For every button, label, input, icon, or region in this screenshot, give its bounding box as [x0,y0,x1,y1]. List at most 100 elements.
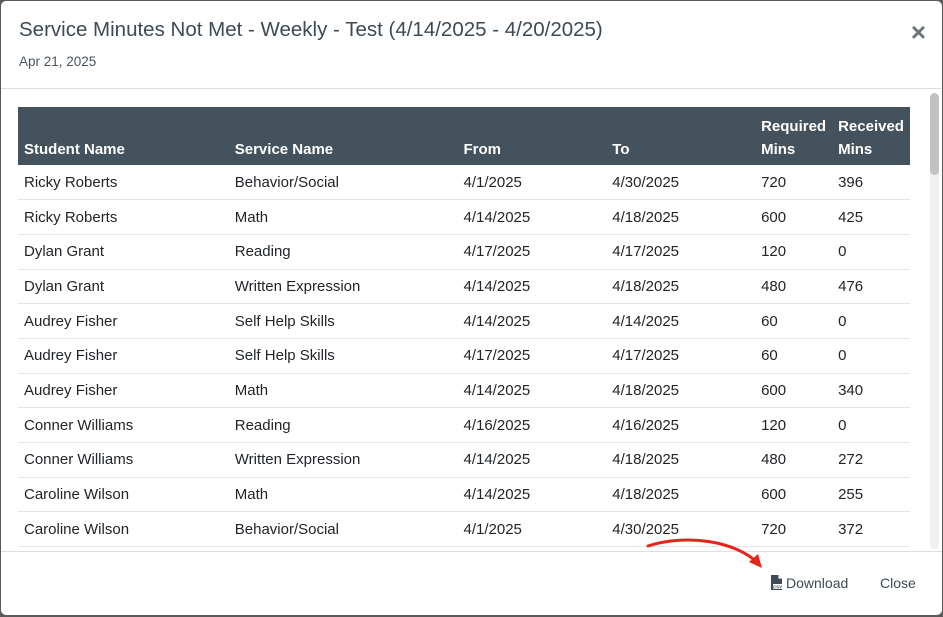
table-row: Caroline Wilson Behavior/Social 4/1/2025 4/… [18,511,910,548]
received-mins-cell: 272 [832,442,910,478]
to-date-cell: 4/18/2025 [606,373,756,409]
svg-text:CSV: CSV [773,584,782,589]
column-header-required-mins: Required Mins [755,107,833,165]
required-mins-cell: 480 [755,442,833,478]
received-mins-cell: 476 [832,269,910,305]
student-name-cell: Audrey Fisher [18,303,229,339]
service-name-cell: Math [228,373,458,409]
table-row: Audrey Fisher Self Help Skills 4/14/2025 4/… [18,303,910,339]
to-date-cell: 4/18/2025 [606,269,756,305]
received-mins-cell: 0 [832,234,910,270]
required-mins-cell: 120 [755,234,833,270]
received-mins-cell: 255 [832,477,910,513]
table-row: Audrey Fisher Self Help Skills 4/17/2025 4/… [18,338,910,374]
service-name-cell: Math [228,477,458,513]
to-date-cell: 4/17/2025 [606,234,756,270]
report-table: Student Name Service Name From To Requir… [18,107,910,548]
to-date-cell: 4/30/2025 [606,511,756,548]
to-date-cell: 4/14/2025 [606,303,756,339]
from-date-cell: 4/14/2025 [457,199,607,235]
service-name-cell: Written Expression [228,269,458,305]
vertical-scrollbar[interactable] [930,93,939,549]
student-name-cell: Ricky Roberts [18,165,229,201]
table-body: Ricky Roberts Behavior/Social 4/1/2025 4/30… [18,165,910,548]
student-name-cell: Audrey Fisher [18,338,229,374]
required-mins-cell: 600 [755,373,833,409]
modal-title: Service Minutes Not Met - Weekly - Test … [19,18,603,41]
modal-header: Service Minutes Not Met - Weekly - Test … [1,1,942,89]
table-row: Caroline Wilson Math 4/14/2025 4/18/2025 600… [18,477,910,513]
student-name-cell: Conner Williams [18,442,229,478]
required-mins-cell: 600 [755,477,833,513]
from-date-cell: 4/14/2025 [457,477,607,513]
to-date-cell: 4/17/2025 [606,338,756,374]
table-row: Dylan Grant Reading 4/17/2025 4/17/2025 120 0 [18,234,910,270]
student-name-cell: Caroline Wilson [18,511,229,548]
table-row: Ricky Roberts Math 4/14/2025 4/18/2025 600 42… [18,199,910,235]
modal-body[interactable]: Student Name Service Name From To Requir… [1,90,942,551]
modal-footer: CSV Download Close [1,551,942,615]
to-date-cell: 4/18/2025 [606,199,756,235]
received-mins-cell: 0 [832,303,910,339]
from-date-cell: 4/1/2025 [457,165,607,201]
from-date-cell: 4/14/2025 [457,303,607,339]
required-mins-cell: 720 [755,511,833,548]
received-mins-cell: 396 [832,165,910,201]
service-name-cell: Self Help Skills [228,303,458,339]
required-mins-cell: 480 [755,269,833,305]
report-modal: Service Minutes Not Met - Weekly - Test … [1,1,942,615]
close-icon[interactable]: × [911,19,926,45]
close-button[interactable]: Close [880,575,916,591]
from-date-cell: 4/17/2025 [457,338,607,374]
required-mins-cell: 600 [755,199,833,235]
student-name-cell: Dylan Grant [18,269,229,305]
table-row: Dylan Grant Written Expression 4/14/2025 4/… [18,269,910,305]
required-mins-cell: 720 [755,165,833,201]
column-header-student-name: Student Name [18,107,229,165]
student-name-cell: Ricky Roberts [18,199,229,235]
service-name-cell: Reading [228,234,458,270]
column-header-received-mins: Received Mins [832,107,910,165]
report-date: Apr 21, 2025 [19,54,97,69]
to-date-cell: 4/16/2025 [606,407,756,443]
csv-file-icon: CSV [771,575,782,590]
table-header-row: Student Name Service Name From To Requir… [18,107,910,165]
student-name-cell: Dylan Grant [18,234,229,270]
download-button[interactable]: CSV Download [770,575,848,591]
from-date-cell: 4/14/2025 [457,269,607,305]
received-mins-cell: 340 [832,373,910,409]
required-mins-cell: 60 [755,303,833,339]
table-row: Conner Williams Reading 4/16/2025 4/16/2025… [18,407,910,443]
from-date-cell: 4/14/2025 [457,373,607,409]
service-name-cell: Math [228,199,458,235]
to-date-cell: 4/30/2025 [606,165,756,201]
table-row: Conner Williams Written Expression 4/14/20… [18,442,910,478]
received-mins-cell: 0 [832,407,910,443]
table-row: Audrey Fisher Math 4/14/2025 4/18/2025 600 34… [18,373,910,409]
required-mins-cell: 60 [755,338,833,374]
table-row: Ricky Roberts Behavior/Social 4/1/2025 4/30… [18,165,910,201]
received-mins-cell: 0 [832,338,910,374]
from-date-cell: 4/17/2025 [457,234,607,270]
from-date-cell: 4/16/2025 [457,407,607,443]
student-name-cell: Audrey Fisher [18,373,229,409]
from-date-cell: 4/1/2025 [457,511,607,548]
service-name-cell: Behavior/Social [228,165,458,201]
to-date-cell: 4/18/2025 [606,442,756,478]
service-name-cell: Reading [228,407,458,443]
to-date-cell: 4/18/2025 [606,477,756,513]
service-name-cell: Self Help Skills [228,338,458,374]
received-mins-cell: 425 [832,199,910,235]
received-mins-cell: 372 [832,511,910,548]
download-label: Download [786,575,849,591]
required-mins-cell: 120 [755,407,833,443]
student-name-cell: Caroline Wilson [18,477,229,513]
scrollbar-thumb[interactable] [930,93,939,175]
student-name-cell: Conner Williams [18,407,229,443]
column-header-to: To [606,107,756,165]
column-header-from: From [457,107,607,165]
column-header-service-name: Service Name [228,107,458,165]
service-name-cell: Written Expression [228,442,458,478]
service-name-cell: Behavior/Social [228,511,458,548]
from-date-cell: 4/14/2025 [457,442,607,478]
